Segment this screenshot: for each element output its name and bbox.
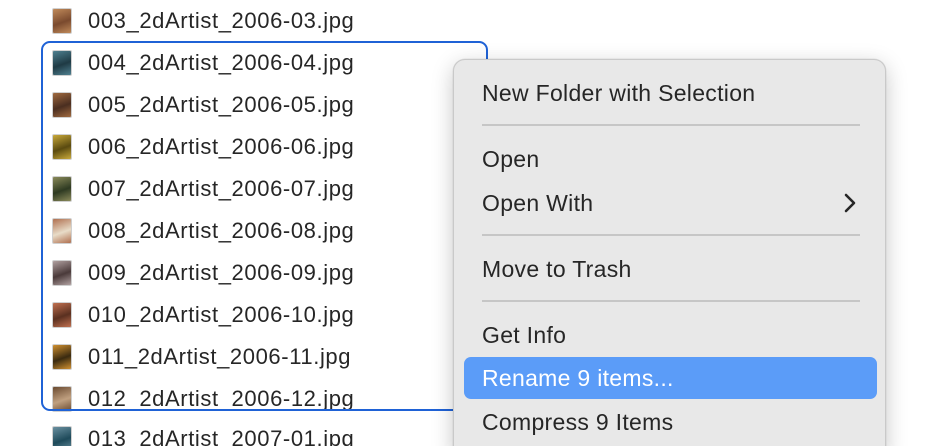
chevron-right-icon — [844, 193, 856, 213]
menu-item-rename[interactable]: Rename 9 items... — [464, 357, 877, 399]
menu-item-label: Move to Trash — [482, 255, 632, 282]
menu-item-open[interactable]: Open — [464, 138, 877, 180]
menu-item-get-info[interactable]: Get Info — [464, 314, 877, 356]
file-name: 003_2dArtist_2006-03.jpg — [88, 8, 355, 33]
menu-item-label: Open With — [482, 189, 594, 216]
menu-item-label: Compress 9 Items — [482, 408, 674, 435]
menu-item-move-to-trash[interactable]: Move to Trash — [464, 248, 877, 290]
menu-item-open-with[interactable]: Open With — [464, 182, 877, 224]
menu-separator — [482, 234, 860, 236]
file-name: 013_2dArtist_2007-01.jpg — [88, 426, 355, 446]
image-file-icon — [52, 8, 72, 34]
menu-item-label: Open — [482, 145, 540, 172]
image-file-icon — [52, 426, 72, 446]
menu-separator — [482, 124, 860, 126]
finder-window: 003_2dArtist_2006-03.jpg 004_2dArtist_20… — [0, 0, 939, 446]
context-menu: New Folder with Selection Open Open With… — [453, 59, 886, 446]
menu-item-new-folder-with-selection[interactable]: New Folder with Selection — [464, 72, 877, 114]
menu-item-label: Rename 9 items... — [482, 364, 674, 391]
menu-separator — [482, 300, 860, 302]
file-row[interactable]: 003_2dArtist_2006-03.jpg — [52, 6, 354, 36]
menu-item-compress[interactable]: Compress 9 Items — [464, 401, 877, 443]
selection-outline — [41, 41, 488, 411]
menu-item-label: New Folder with Selection — [482, 79, 756, 106]
menu-item-label: Get Info — [482, 321, 567, 348]
file-row[interactable]: 013_2dArtist_2007-01.jpg — [52, 424, 354, 446]
